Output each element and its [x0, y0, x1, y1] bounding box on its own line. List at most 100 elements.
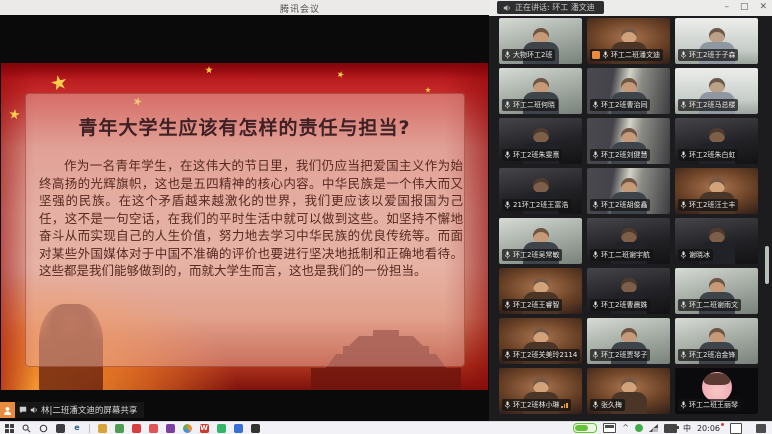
maximize-button[interactable]: □ — [740, 1, 749, 13]
participant-name: 环工2班林小琳 — [513, 400, 559, 410]
participant-tile[interactable]: 21环工2班王富浩 — [499, 168, 582, 214]
participant-tile[interactable]: 环工2班于子森 — [675, 18, 758, 64]
speaker-icon — [30, 406, 38, 414]
wps-icon[interactable]: W — [199, 423, 209, 433]
action-center-icon[interactable] — [730, 423, 742, 434]
network-signal-icon — [561, 403, 568, 408]
scrollbar-thumb[interactable] — [765, 246, 769, 284]
mic-icon — [504, 151, 511, 159]
participant-tile[interactable]: 环工二班谢雨文 — [675, 268, 758, 314]
speaking-indicator-text: 正在讲话: 环工 潘文迪 — [515, 2, 595, 13]
participant-tile[interactable]: 环工2班汪士丰 — [675, 168, 758, 214]
participant-nameplate: 环工二班何晓 — [502, 99, 558, 111]
taskbar-clock[interactable]: 20:06 — [697, 424, 724, 433]
participant-tile[interactable]: 环工2班关美玲2114010... — [499, 318, 582, 364]
app-blue-icon[interactable] — [233, 423, 243, 433]
share-indicator-badge — [592, 51, 600, 59]
app-crimson-icon[interactable] — [148, 423, 158, 433]
app-orange-round-icon[interactable] — [182, 423, 192, 433]
participant-name: 21环工2班王富浩 — [513, 200, 568, 210]
participant-nameplate: 环工2班吴常敏 — [502, 249, 562, 261]
mic-icon — [602, 51, 609, 59]
participant-tile[interactable]: 环工二班潘文迪 — [587, 18, 670, 64]
participant-tile[interactable]: 环工二班王丽琴 — [675, 368, 758, 414]
participant-name: 张久梅 — [601, 400, 622, 410]
participant-tile[interactable]: 环工2班曹晨姝 — [587, 268, 670, 314]
participant-tile[interactable]: 环工2班朱雯熹 — [499, 118, 582, 164]
participant-nameplate: 环工2班胡俊鑫 — [590, 199, 650, 211]
mic-icon — [592, 301, 599, 309]
display-icon[interactable] — [603, 423, 616, 433]
participant-name: 环工2班马总楼 — [689, 100, 735, 110]
participant-name: 环工2班曹晨姝 — [601, 300, 647, 310]
participant-name: 环工2班关美玲2114010... — [513, 350, 577, 360]
participant-nameplate: 环工2班刘健慧 — [590, 149, 650, 161]
meeting-window: 大物环工2班 环工二班潘文迪 环工2班于子森环工二班何晓 环工2班曹治同环工2班马总楼… — [489, 0, 772, 421]
app-dark-icon[interactable] — [55, 423, 65, 433]
minimize-button[interactable]: – — [724, 1, 729, 13]
mic-icon — [504, 51, 511, 59]
ime-indicator[interactable]: 中 — [683, 423, 691, 434]
mic-icon — [680, 151, 687, 159]
search-icon[interactable] — [21, 423, 31, 433]
taskbar: eW ^ 中 20:06 — [0, 421, 772, 434]
participant-tile[interactable]: 环工2班曹治同 — [587, 68, 670, 114]
person-icon — [3, 406, 12, 415]
participant-tile[interactable]: 环工2班朱白虹 — [675, 118, 758, 164]
screen-share-banner[interactable]: 林|二班潘文迪的屏幕共享 — [0, 402, 144, 418]
participant-name: 环工二班何晓 — [513, 100, 555, 110]
photos-icon[interactable] — [114, 423, 124, 433]
participant-tile[interactable]: 张久梅 — [587, 368, 670, 414]
network-icon[interactable] — [649, 424, 658, 432]
share-banner-text: 林|二班潘文迪的屏幕共享 — [41, 404, 137, 416]
app-black-icon[interactable] — [250, 423, 260, 433]
participant-nameplate: 环工2班朱白虹 — [678, 149, 738, 161]
participant-nameplate: 环工二班潘文迪 — [590, 49, 663, 61]
participant-nameplate: 大物环工2班 — [502, 49, 555, 61]
participant-avatar — [702, 372, 732, 402]
participant-tile[interactable]: 环工2班胡俊鑫 — [587, 168, 670, 214]
participant-grid: 大物环工2班 环工二班潘文迪 环工2班于子森环工二班何晓 环工2班曹治同环工2班马总楼… — [499, 18, 758, 414]
participant-tile[interactable]: 环工2班吴常敏 — [499, 218, 582, 264]
speaker-icon — [503, 4, 511, 12]
mic-icon — [592, 351, 599, 359]
participant-name: 环工2班刘健慧 — [601, 150, 647, 160]
participant-tile[interactable]: 大物环工2班 — [499, 18, 582, 64]
antivirus-tray-icon[interactable] — [635, 424, 643, 432]
participant-tile[interactable]: 环工2班贾琴子 — [587, 318, 670, 364]
screen: 腾讯会议 青年大学生应该有怎样的责任与担 — [0, 0, 772, 434]
mic-icon — [504, 401, 511, 409]
participant-tile[interactable]: 环工2班王睿智 — [499, 268, 582, 314]
participant-tile[interactable]: 环工二班谢宇航 — [587, 218, 670, 264]
participant-nameplate: 环工2班于子森 — [678, 49, 738, 61]
hidden-icons-chevron[interactable]: ^ — [622, 423, 629, 433]
app-red-icon[interactable] — [131, 423, 141, 433]
participant-name: 环工2班冶金锋 — [689, 350, 735, 360]
participant-nameplate: 环工二班王丽琴 — [678, 399, 741, 411]
battery-icon[interactable] — [664, 424, 677, 433]
start-button[interactable] — [4, 423, 14, 433]
taskbar-apps: eW — [0, 423, 573, 433]
participant-nameplate: 张久梅 — [590, 399, 625, 411]
participant-name: 环工2班吴常敏 — [513, 250, 559, 260]
participant-tile[interactable]: 环工2班林小琳 — [499, 368, 582, 414]
cortana-icon[interactable] — [38, 423, 48, 433]
participant-tile[interactable]: 环工二班何晓 — [499, 68, 582, 114]
meeting-app-icon[interactable] — [216, 423, 226, 433]
mic-icon — [592, 401, 599, 409]
show-desktop-button[interactable] — [756, 424, 766, 433]
mic-icon — [504, 251, 511, 259]
participant-tile[interactable]: 环工2班冶金锋 — [675, 318, 758, 364]
share-banner-label: 林|二班潘文迪的屏幕共享 — [15, 402, 144, 418]
participant-tile[interactable]: 环工2班马总楼 — [675, 68, 758, 114]
participant-nameplate: 环工2班王睿智 — [502, 299, 562, 311]
file-explorer-icon[interactable] — [97, 423, 107, 433]
participant-name: 环工2班王睿智 — [513, 300, 559, 310]
close-button[interactable]: ✕ — [759, 1, 767, 13]
edge-icon[interactable]: e — [72, 423, 82, 433]
participant-tile[interactable]: 谢晓冰 — [675, 218, 758, 264]
participant-tile[interactable]: 环工2班刘健慧 — [587, 118, 670, 164]
app-purple-icon[interactable] — [165, 423, 175, 433]
mic-icon — [680, 301, 687, 309]
battery-widget-icon[interactable] — [573, 423, 597, 433]
